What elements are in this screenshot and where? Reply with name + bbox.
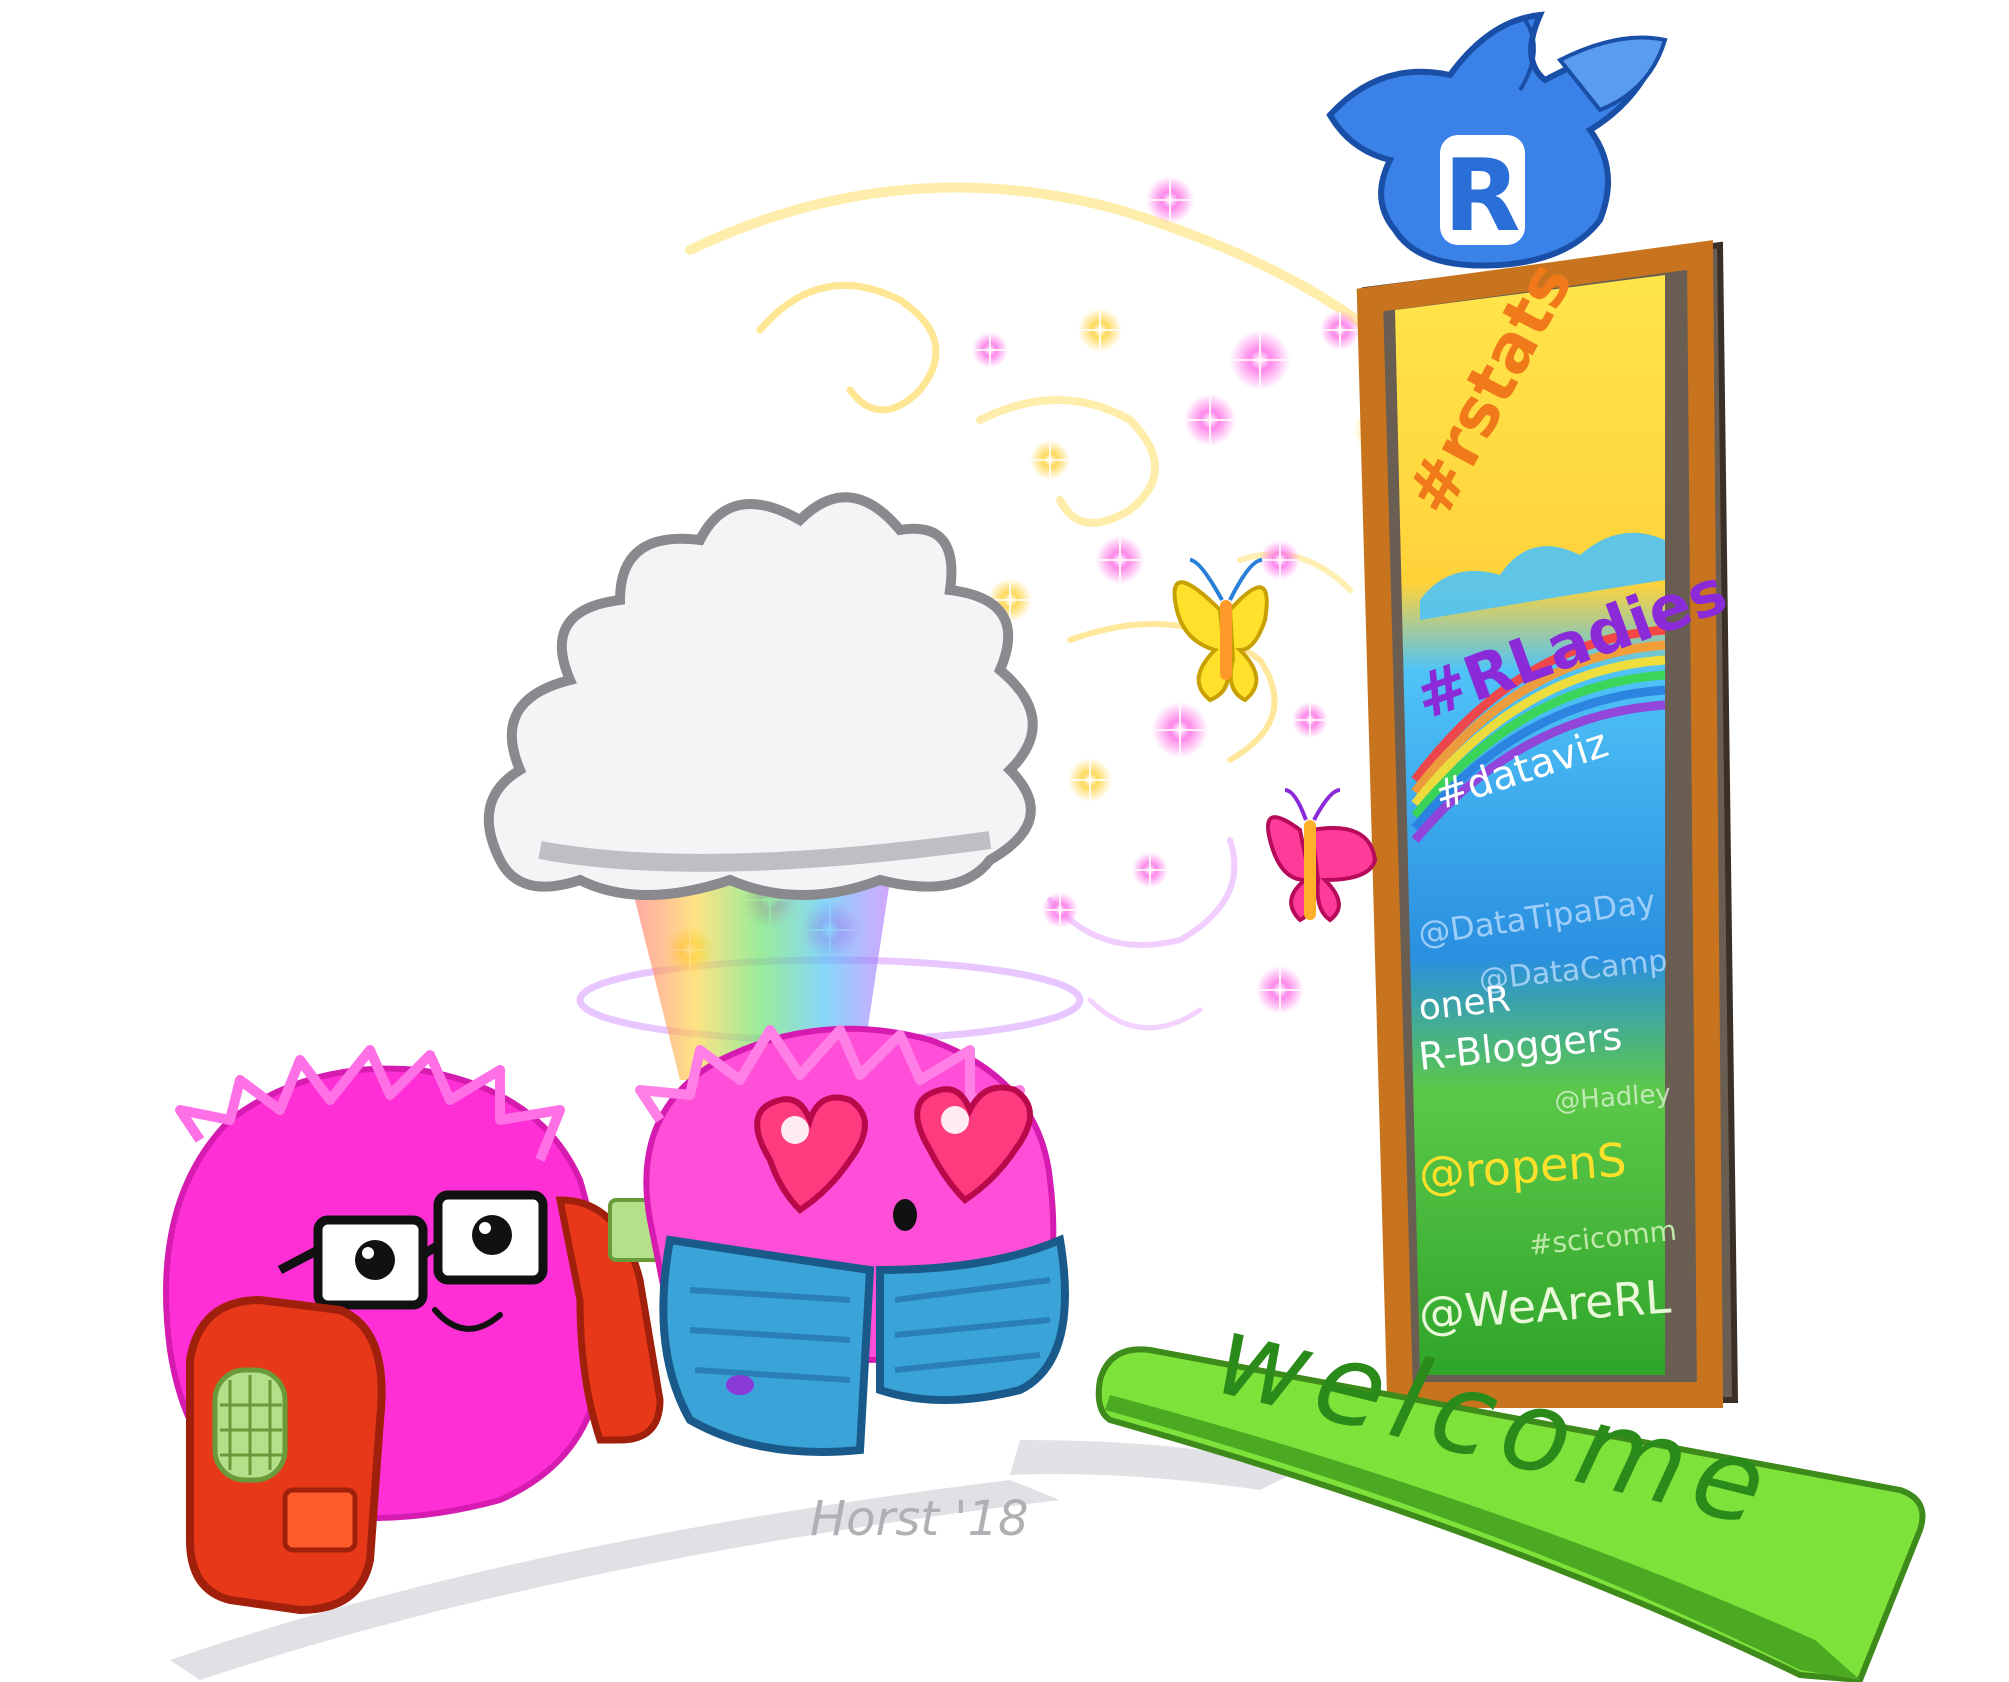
bird-letter: R	[1443, 137, 1520, 254]
portal: #rstats #RLadies #dataviz @DataTipaDay @…	[1356, 240, 1739, 1408]
open-mouth	[893, 1199, 917, 1231]
butterfly-pink-icon	[1266, 788, 1378, 923]
right-monster	[635, 1025, 1069, 1456]
artist-signature: Horst '18	[810, 1491, 1029, 1547]
thought-cloud	[483, 492, 1038, 900]
butterfly-yellow-icon	[1172, 558, 1269, 703]
illustration: Horst '18 #rstats #RLadies #dataviz @Dat…	[163, 11, 1926, 1682]
left-monster	[163, 1045, 667, 1615]
r-bird-icon: R	[1326, 11, 1668, 269]
blue-jacket	[659, 1235, 875, 1456]
